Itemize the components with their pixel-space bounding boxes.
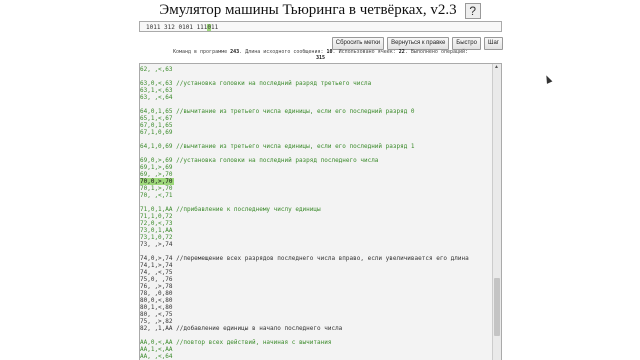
program-line[interactable]: 70,1,>,70 xyxy=(140,185,492,192)
tape-before: 1011 312 0101 111 xyxy=(146,24,208,31)
program-line[interactable]: 62, ,<,63 xyxy=(140,66,492,73)
program-line[interactable]: 71,0,1,AA //прибавление к последнему чис… xyxy=(140,206,492,213)
program-line[interactable] xyxy=(140,73,492,80)
mouse-pointer-icon xyxy=(543,74,553,84)
scroll-up-icon[interactable]: ▲ xyxy=(494,64,499,70)
scroll-thumb[interactable] xyxy=(494,278,500,336)
program-line[interactable]: 67,1,0,69 xyxy=(140,129,492,136)
scrollbar[interactable]: ▲ xyxy=(492,64,501,360)
program-line[interactable]: 69, ,>,70 xyxy=(140,171,492,178)
program-line[interactable]: 65,1,<,67 xyxy=(140,115,492,122)
program-line[interactable]: 72,0,<,73 xyxy=(140,220,492,227)
program-line[interactable]: 74,0,>,74 //перемещение всех разрядов по… xyxy=(140,255,492,262)
program-code[interactable]: 62, ,<,63 63,0,<,63 //установка головки … xyxy=(140,66,492,360)
program-line[interactable] xyxy=(140,248,492,255)
program-line[interactable]: 80,0,<,80 xyxy=(140,297,492,304)
program-line[interactable]: 80,1,<,80 xyxy=(140,304,492,311)
program-line[interactable] xyxy=(140,150,492,157)
program-line[interactable]: 78, ,0,80 xyxy=(140,290,492,297)
current-program-line[interactable]: 70,0,>,70 xyxy=(140,178,174,185)
ops-value: 315 xyxy=(315,55,326,61)
commands-count: 243 xyxy=(230,49,240,55)
program-line[interactable]: 74,1,>,74 xyxy=(140,262,492,269)
program-line[interactable]: 67,0,1,65 xyxy=(140,122,492,129)
program-line[interactable]: 63,1,<,63 xyxy=(140,87,492,94)
program-editor[interactable]: 62, ,<,63 63,0,<,63 //установка головки … xyxy=(139,63,502,360)
program-line[interactable]: 64,0,1,65 //вычитание из третьего числа … xyxy=(140,108,492,115)
program-line[interactable]: 69,0,>,69 //установка головки на последн… xyxy=(140,157,492,164)
program-line[interactable]: AA,1,<,AA xyxy=(140,346,492,353)
program-line[interactable]: 75,0, ,76 xyxy=(140,276,492,283)
program-line[interactable]: 69,1,>,69 xyxy=(140,164,492,171)
cells-label: Использовано ячеек: xyxy=(338,49,396,55)
title-text: Эмулятор машины Тьюринга в четвёрках, v2… xyxy=(159,2,457,19)
program-line[interactable] xyxy=(140,199,492,206)
program-line[interactable] xyxy=(140,136,492,143)
program-line[interactable]: 73, ,>,74 xyxy=(140,241,492,248)
ops-label: Выполнено операций: xyxy=(410,49,469,55)
program-line[interactable]: 82, ,1,AA //добавление единицы в начало … xyxy=(140,325,492,332)
program-line[interactable]: 70, ,<,71 xyxy=(140,192,492,199)
program-line[interactable]: 73,0,1,AA xyxy=(140,227,492,234)
program-line[interactable]: 75, ,>,82 xyxy=(140,318,492,325)
program-line[interactable] xyxy=(140,332,492,339)
program-line[interactable]: AA,0,<,AA //повтор всех действий, начина… xyxy=(140,339,492,346)
program-line[interactable]: 76, ,>,78 xyxy=(140,283,492,290)
program-line[interactable]: AA, ,<,64 xyxy=(140,353,492,360)
program-line[interactable]: 63, ,<,64 xyxy=(140,94,492,101)
tape-display: 1011 312 0101 111011 xyxy=(139,21,502,32)
program-line[interactable]: 73,1,0,72 xyxy=(140,234,492,241)
status-line: Команд в программе 243. Длина исходного … xyxy=(172,49,469,61)
length-label: Длина исходного сообщения: xyxy=(245,49,324,55)
program-line[interactable] xyxy=(140,101,492,108)
cells-value: 22 xyxy=(398,49,405,55)
commands-label: Команд в программе xyxy=(172,49,228,55)
length-value: 10 xyxy=(326,49,333,55)
program-line[interactable]: 71,1,0,72 xyxy=(140,213,492,220)
program-line[interactable]: 80, ,<,75 xyxy=(140,311,492,318)
program-line[interactable]: 74, ,<,75 xyxy=(140,269,492,276)
program-line[interactable]: 63,0,<,63 //установка головки на последн… xyxy=(140,80,492,87)
page-title: Эмулятор машины Тьюринга в четвёрках, v2… xyxy=(0,2,640,19)
tape-after: 11 xyxy=(211,24,219,31)
help-button[interactable]: ? xyxy=(464,2,481,19)
program-line[interactable]: 64,1,0,69 //вычитание из третьего числа … xyxy=(140,143,492,150)
